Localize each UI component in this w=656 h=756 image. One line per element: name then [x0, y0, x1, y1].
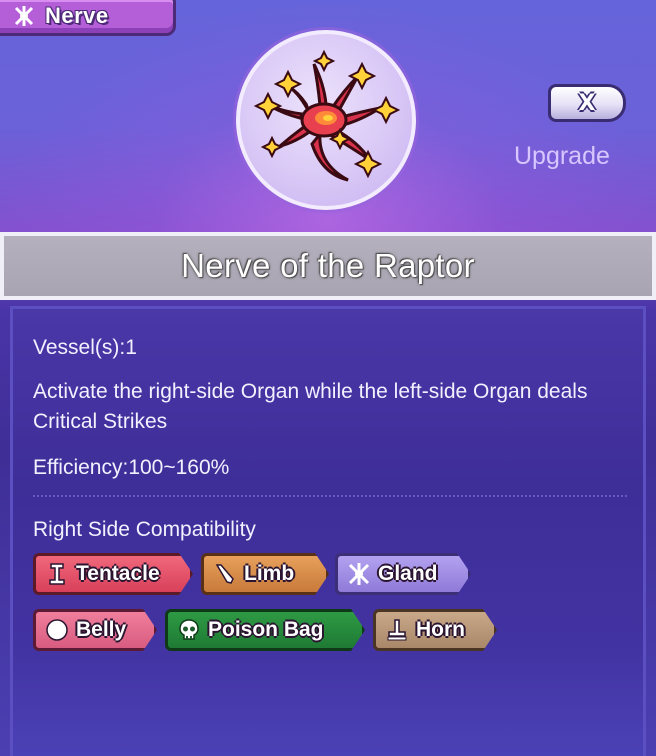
raptor-nerve-icon — [253, 49, 401, 182]
gland-icon — [346, 561, 372, 587]
limb-icon — [212, 561, 238, 587]
section-divider — [33, 495, 627, 497]
compat-chip-poison-bag[interactable]: Poison Bag — [165, 609, 365, 651]
details-panel: Vessel(s):1 Activate the right-side Orga… — [10, 306, 646, 756]
compat-label: Limb — [244, 562, 295, 585]
item-header: Nerve X Upgrade — [0, 0, 656, 232]
compat-label: Horn — [416, 618, 465, 641]
compat-label: Belly — [76, 618, 127, 641]
compat-label: Gland — [378, 562, 438, 585]
close-button[interactable]: X — [548, 84, 626, 122]
compat-chip-limb[interactable]: Limb — [201, 553, 329, 595]
category-tag: Nerve — [0, 0, 176, 36]
item-title-bar: Nerve of the Raptor — [0, 232, 656, 300]
compat-label: Poison Bag — [208, 618, 324, 641]
skull-icon — [176, 617, 202, 643]
close-icon: X — [578, 90, 596, 116]
tentacle-icon — [44, 561, 70, 587]
compat-chip-belly[interactable]: Belly — [33, 609, 157, 651]
category-label: Nerve — [45, 3, 109, 28]
upgrade-button[interactable]: Upgrade — [514, 142, 610, 171]
nerve-icon — [13, 5, 35, 27]
item-portrait — [236, 30, 416, 210]
compat-label: Tentacle — [76, 562, 160, 585]
compat-chip-gland[interactable]: Gland — [335, 553, 471, 595]
compat-chip-tentacle[interactable]: Tentacle — [33, 553, 193, 595]
compat-chip-horn[interactable]: Horn — [373, 609, 497, 651]
compatibility-heading: Right Side Compatibility — [33, 518, 256, 541]
horn-icon — [384, 617, 410, 643]
vessels-count: Vessel(s):1 — [33, 336, 137, 359]
efficiency-value: Efficiency:100~160% — [33, 456, 230, 479]
item-description: Activate the right-side Organ while the … — [33, 380, 588, 433]
item-name: Nerve of the Raptor — [181, 247, 475, 284]
belly-icon — [44, 617, 70, 643]
